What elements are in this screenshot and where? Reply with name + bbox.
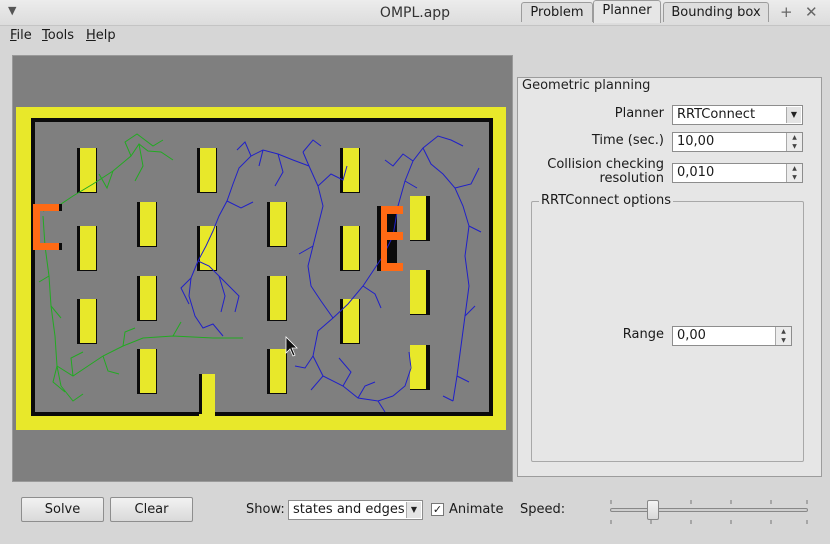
tab-planner[interactable]: Planner xyxy=(593,0,661,23)
clear-button[interactable]: Clear xyxy=(110,497,193,522)
menu-file[interactable]: File xyxy=(10,28,32,43)
speed-label: Speed: xyxy=(520,502,566,517)
step-down-icon[interactable]: ▼ xyxy=(787,173,802,182)
chevron-down-icon: ▼ xyxy=(406,502,421,518)
collision-value: 0,010 xyxy=(677,165,715,180)
menu-help[interactable]: Help xyxy=(86,28,116,43)
time-value: 10,00 xyxy=(677,134,715,149)
goal-tree xyxy=(180,135,482,413)
animate-checkbox[interactable]: ✓ xyxy=(431,503,444,516)
planner-select[interactable]: RRTConnect ▼ xyxy=(672,105,803,125)
menu-help-label: elp xyxy=(95,28,116,43)
speed-slider-ticks xyxy=(610,500,808,524)
close-icon[interactable]: ✕ xyxy=(805,3,818,21)
tab-bounding-box[interactable]: Bounding box xyxy=(663,2,769,22)
check-icon: ✓ xyxy=(432,503,443,516)
planner-select-value: RRTConnect xyxy=(677,107,756,122)
show-select-value: states and edges xyxy=(293,502,405,517)
speed-slider-handle[interactable] xyxy=(647,500,660,520)
group-title-geometric-planning: Geometric planning xyxy=(522,78,651,93)
collision-label-line1: Collision checking xyxy=(547,157,664,172)
mouse-cursor-icon xyxy=(285,336,298,357)
collision-stepper[interactable]: ▲ ▼ xyxy=(786,164,802,182)
show-label: Show: xyxy=(246,502,285,517)
range-stepper[interactable]: ▲ ▼ xyxy=(775,327,791,345)
step-up-icon[interactable]: ▲ xyxy=(787,164,802,173)
menu-tools[interactable]: Tools xyxy=(42,28,74,43)
range-value: 0,00 xyxy=(677,328,706,343)
scene-viewport[interactable] xyxy=(12,55,513,482)
range-spinbox[interactable]: 0,00 ▲ ▼ xyxy=(672,326,792,346)
collision-label: Collision checking resolution xyxy=(530,158,664,186)
chevron-down-icon: ▼ xyxy=(786,107,801,123)
solve-button[interactable]: Solve xyxy=(21,497,104,522)
menu-tools-label: ools xyxy=(47,28,75,43)
collision-resolution-spinbox[interactable]: 0,010 ▲ ▼ xyxy=(672,163,803,183)
step-up-icon[interactable]: ▲ xyxy=(787,133,802,142)
tab-problem[interactable]: Problem xyxy=(521,2,593,22)
rrtconnect-options-title: RRTConnect options xyxy=(539,193,674,208)
step-down-icon[interactable]: ▼ xyxy=(776,336,791,345)
speed-slider[interactable] xyxy=(610,508,808,512)
planner-label: Planner xyxy=(614,106,664,121)
menu-file-label: ile xyxy=(16,28,32,43)
robot-start xyxy=(33,204,62,250)
step-down-icon[interactable]: ▼ xyxy=(787,142,802,151)
time-label: Time (sec.) xyxy=(591,133,664,148)
menu-help-accel: H xyxy=(86,28,96,43)
obstacle-pillars xyxy=(77,148,430,394)
animate-label: Animate xyxy=(449,502,504,517)
maximize-icon[interactable]: + xyxy=(780,3,793,21)
time-spinbox[interactable]: 10,00 ▲ ▼ xyxy=(672,132,803,152)
step-up-icon[interactable]: ▲ xyxy=(776,327,791,336)
scene-canvas xyxy=(16,107,506,430)
range-label: Range xyxy=(622,327,664,342)
menu-bar: File Tools Help xyxy=(0,26,830,48)
collision-label-line2: resolution xyxy=(599,171,664,186)
time-stepper[interactable]: ▲ ▼ xyxy=(786,133,802,151)
show-select[interactable]: states and edges ▼ xyxy=(288,500,423,520)
